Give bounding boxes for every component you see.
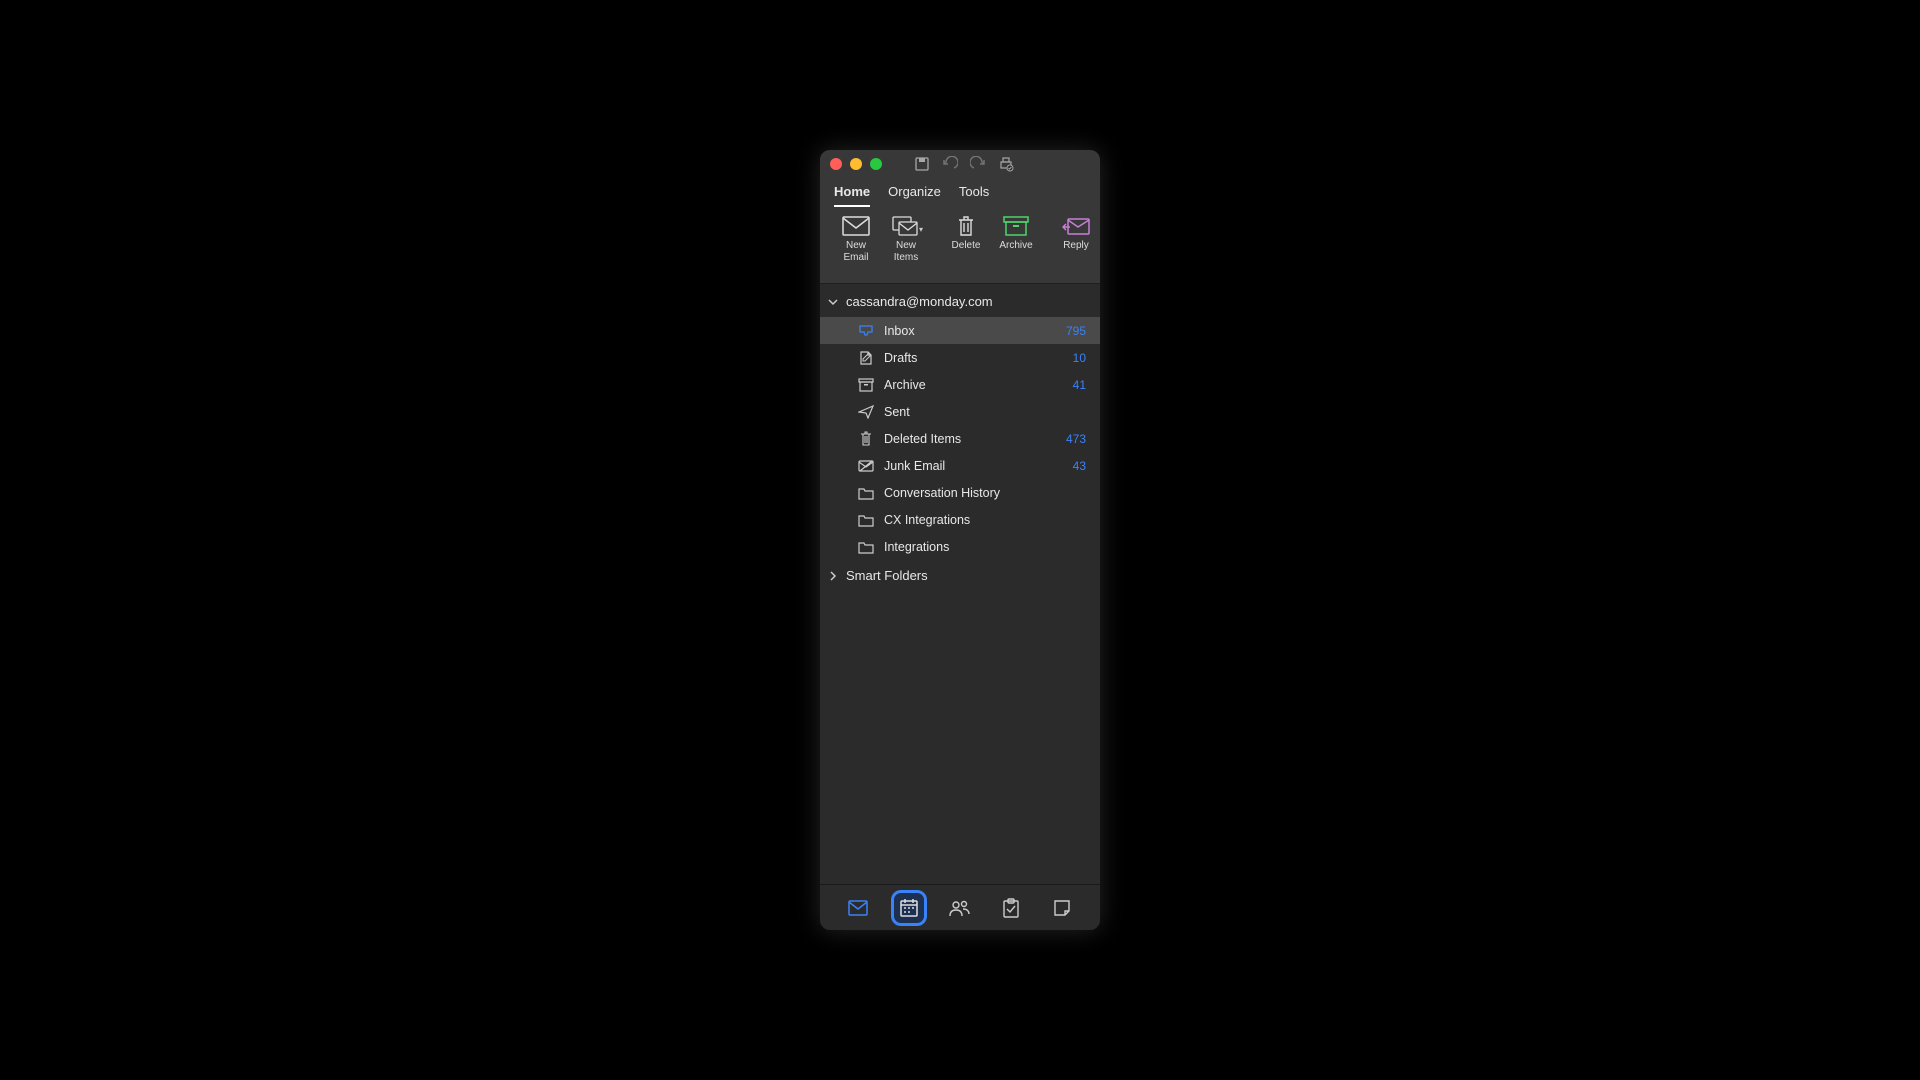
new-email-label: New Email	[843, 240, 868, 263]
trash-icon	[952, 215, 980, 237]
folder-label: Sent	[884, 405, 1076, 419]
folder-archive[interactable]: Archive 41	[820, 371, 1100, 398]
folder-icon	[858, 512, 874, 528]
sent-icon	[858, 404, 874, 420]
folder-icon	[858, 539, 874, 555]
folder-label: CX Integrations	[884, 513, 1090, 527]
archive-box-icon	[858, 377, 874, 393]
folder-list: Inbox 795 Drafts 10 Archive 41	[820, 317, 1100, 560]
archive-label: Archive	[999, 240, 1032, 252]
drafts-icon	[858, 350, 874, 366]
outlook-window: Home Organize Tools New Email ▾ New Item…	[820, 150, 1100, 930]
folder-count: 10	[1073, 351, 1090, 365]
folder-conversation-history[interactable]: Conversation History	[820, 479, 1100, 506]
close-window-button[interactable]	[830, 158, 842, 170]
folder-inbox[interactable]: Inbox 795	[820, 317, 1100, 344]
folder-sent[interactable]: Sent	[820, 398, 1100, 425]
delete-button[interactable]: Delete	[946, 215, 986, 252]
folder-junk-email[interactable]: Junk Email 43	[820, 452, 1100, 479]
delete-label: Delete	[952, 240, 981, 252]
new-items-label: New Items	[894, 240, 918, 263]
minimize-window-button[interactable]	[850, 158, 862, 170]
smart-folders-label: Smart Folders	[846, 568, 928, 583]
folder-count: 473	[1066, 432, 1090, 446]
save-icon[interactable]	[914, 156, 930, 172]
chevron-down-icon: ▾	[919, 225, 923, 234]
nav-notes-button[interactable]	[1044, 890, 1080, 926]
reply-icon	[1062, 215, 1090, 237]
smart-folders-header[interactable]: Smart Folders	[820, 560, 1100, 591]
new-email-button[interactable]: New Email	[836, 215, 876, 263]
chevron-right-icon	[828, 571, 840, 581]
chevron-down-icon	[828, 297, 840, 307]
nav-tasks-button[interactable]	[993, 890, 1029, 926]
people-icon	[949, 899, 971, 917]
ribbon-tabs: Home Organize Tools	[820, 178, 1100, 207]
quick-access-toolbar	[914, 156, 1014, 172]
trash-small-icon	[858, 431, 874, 447]
folder-label: Junk Email	[884, 459, 1063, 473]
folder-integrations[interactable]: Integrations	[820, 533, 1100, 560]
nav-calendar-button[interactable]	[891, 890, 927, 926]
folder-label: Inbox	[884, 324, 1056, 338]
new-items-icon	[892, 215, 920, 237]
ribbon: New Email ▾ New Items Delete	[820, 207, 1100, 284]
print-icon[interactable]	[998, 156, 1014, 172]
archive-button[interactable]: Archive	[996, 215, 1036, 252]
folder-count: 795	[1066, 324, 1090, 338]
folder-cx-integrations[interactable]: CX Integrations	[820, 506, 1100, 533]
junk-icon	[858, 458, 874, 474]
folder-icon	[858, 485, 874, 501]
account-email: cassandra@monday.com	[846, 294, 993, 309]
tab-home[interactable]: Home	[834, 184, 870, 207]
tab-organize[interactable]: Organize	[888, 184, 941, 207]
folder-label: Deleted Items	[884, 432, 1056, 446]
account-header[interactable]: cassandra@monday.com	[820, 286, 1100, 317]
undo-icon[interactable]	[942, 156, 958, 172]
folder-label: Conversation History	[884, 486, 1090, 500]
traffic-lights	[830, 158, 882, 170]
folder-count: 41	[1073, 378, 1090, 392]
maximize-window-button[interactable]	[870, 158, 882, 170]
folder-drafts[interactable]: Drafts 10	[820, 344, 1100, 371]
reply-label: Reply	[1063, 240, 1089, 252]
folder-count: 43	[1073, 459, 1090, 473]
folder-pane: cassandra@monday.com Inbox 795 Drafts 10	[820, 284, 1100, 884]
folder-deleted-items[interactable]: Deleted Items 473	[820, 425, 1100, 452]
folder-label: Integrations	[884, 540, 1090, 554]
calendar-icon	[899, 898, 919, 918]
nav-people-button[interactable]	[942, 890, 978, 926]
tasks-icon	[1002, 898, 1020, 918]
bottom-navigation	[820, 884, 1100, 930]
mail-icon	[848, 900, 868, 916]
redo-icon[interactable]	[970, 156, 986, 172]
folder-label: Drafts	[884, 351, 1063, 365]
inbox-icon	[858, 323, 874, 339]
folder-label: Archive	[884, 378, 1063, 392]
titlebar	[820, 150, 1100, 178]
archive-icon	[1002, 215, 1030, 237]
notes-icon	[1053, 899, 1071, 917]
new-items-button[interactable]: ▾ New Items	[886, 215, 926, 263]
tab-tools[interactable]: Tools	[959, 184, 989, 207]
envelope-icon	[842, 215, 870, 237]
nav-mail-button[interactable]	[840, 890, 876, 926]
reply-button[interactable]: Reply	[1056, 215, 1096, 252]
